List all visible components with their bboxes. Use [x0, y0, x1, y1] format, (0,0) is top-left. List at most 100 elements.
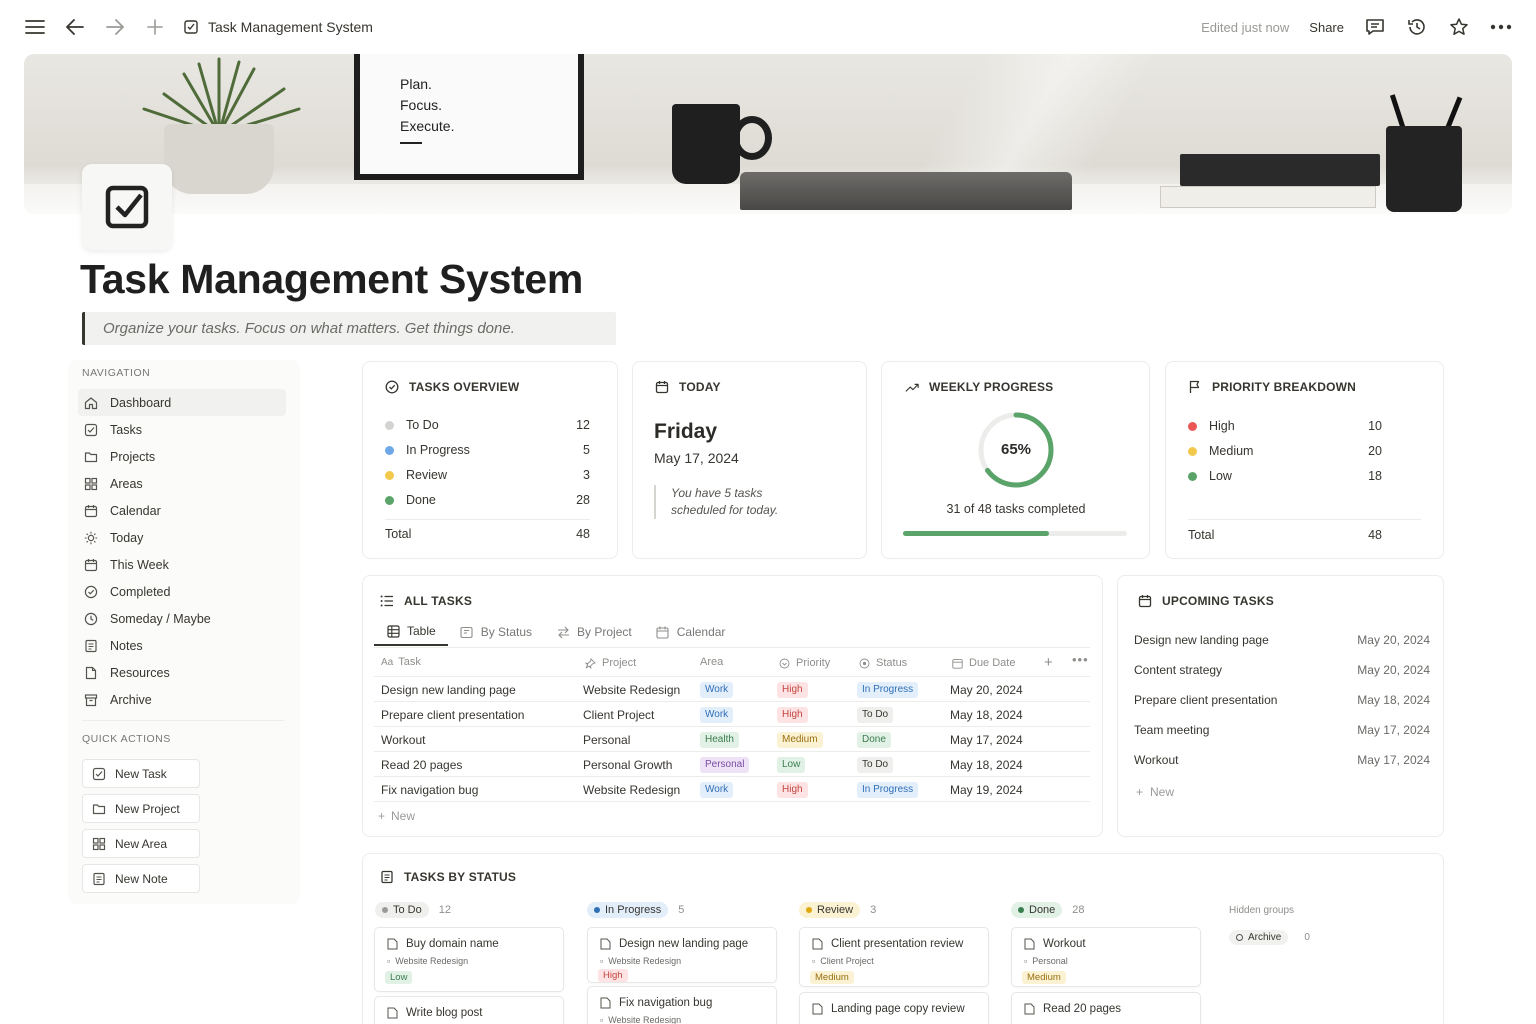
- page-title[interactable]: Task Management System: [80, 256, 583, 303]
- breadcrumb[interactable]: Task Management System: [184, 19, 373, 35]
- kanban-card[interactable]: Write blog post: [374, 996, 564, 1024]
- kanban-card[interactable]: Workout ▫ Personal Medium: [1011, 927, 1201, 987]
- sidebar-item-label: Archive: [110, 692, 152, 707]
- page-subtitle[interactable]: Organize your tasks. Focus on what matte…: [82, 312, 616, 345]
- kanban-card[interactable]: Read 20 pages: [1011, 992, 1201, 1024]
- add-column-icon[interactable]: +: [1044, 654, 1053, 671]
- more-options-icon[interactable]: •••: [1072, 652, 1089, 667]
- upcoming-item[interactable]: Workout May 17, 2024: [1134, 753, 1430, 767]
- card-project-text: Client Project: [820, 956, 874, 966]
- status-dot: [385, 420, 394, 430]
- column-header-area[interactable]: Area: [700, 656, 723, 668]
- card-title-text: Fix navigation bug: [619, 997, 713, 1009]
- status-column-in-progress[interactable]: In Progress 5: [587, 902, 684, 918]
- task-project: Personal Growth: [583, 758, 673, 772]
- kanban-card[interactable]: Design new landing page ▫ Website Redesig…: [587, 927, 777, 983]
- kanban-card-project: ▫ Website Redesign: [600, 1015, 681, 1024]
- star-icon[interactable]: [1448, 16, 1470, 38]
- page-icon: [598, 996, 612, 1010]
- sidebar-item-notes[interactable]: Notes: [78, 632, 286, 659]
- status-column-todo[interactable]: To Do 12: [375, 902, 451, 918]
- cover-image[interactable]: Plan. Focus. Execute.: [24, 54, 1512, 214]
- upcoming-date: May 18, 2024: [1357, 693, 1430, 707]
- sidebar-item-resources[interactable]: Resources: [78, 659, 286, 686]
- upcoming-item[interactable]: Content strategy May 20, 2024: [1134, 663, 1430, 677]
- column-header-priority[interactable]: Priority: [777, 656, 830, 670]
- column-header-task[interactable]: Aa Task: [381, 656, 421, 668]
- column-header-due-date[interactable]: Due Date: [950, 656, 1015, 670]
- priority-tag: Low: [385, 971, 413, 984]
- status-badge: Done: [1011, 902, 1063, 918]
- column-header-project[interactable]: Project: [583, 656, 636, 670]
- sidebar-item-today[interactable]: Today: [78, 524, 286, 551]
- new-task-button[interactable]: New Task: [82, 759, 200, 788]
- sidebar-item-dashboard[interactable]: Dashboard: [78, 389, 286, 416]
- all-tasks-header: ALL TASKS: [380, 594, 472, 608]
- kanban-card[interactable]: Landing page copy review: [799, 992, 989, 1024]
- card-title: WEEKLY PROGRESS: [929, 380, 1054, 394]
- divider: [374, 701, 1090, 702]
- tab-table[interactable]: Table: [374, 618, 448, 646]
- sidebar-item-areas[interactable]: Areas: [78, 470, 286, 497]
- check-circle-icon: [385, 380, 399, 394]
- divider: [374, 751, 1090, 752]
- row-label: High: [1209, 419, 1235, 433]
- task-name: Fix navigation bug: [381, 783, 479, 797]
- status-column-review[interactable]: Review 3: [799, 902, 876, 918]
- upcoming-item[interactable]: Prepare client presentation May 18, 2024: [1134, 693, 1430, 707]
- history-icon[interactable]: [1406, 16, 1428, 38]
- forward-arrow-icon[interactable]: [104, 16, 126, 38]
- comment-icon[interactable]: [1364, 16, 1386, 38]
- share-button[interactable]: Share: [1309, 20, 1344, 35]
- kanban-card[interactable]: Client presentation review ▫ Client Proje…: [799, 927, 989, 987]
- row-value: 28: [576, 493, 590, 507]
- status-badge: In Progress: [587, 902, 669, 918]
- poster-frame: Plan. Focus. Execute.: [354, 54, 584, 180]
- add-row-button[interactable]: + New: [378, 809, 415, 823]
- list-icon: [380, 594, 394, 608]
- row-label: Review: [406, 468, 447, 482]
- checkbox-icon: [84, 423, 98, 437]
- breadcrumb-title: Task Management System: [208, 19, 373, 35]
- column-header-status[interactable]: Status: [857, 656, 907, 670]
- due-date: May 19, 2024: [950, 783, 1023, 797]
- sidebar-item-this-week[interactable]: This Week: [78, 551, 286, 578]
- sidebar-item-someday[interactable]: Someday / Maybe: [78, 605, 286, 632]
- priority-tag: Medium: [810, 971, 854, 984]
- page-icon[interactable]: [82, 164, 172, 250]
- status-dot: [385, 495, 394, 505]
- status-dot: [806, 907, 812, 913]
- button-label: New Note: [115, 871, 168, 886]
- upcoming-item[interactable]: Team meeting May 17, 2024: [1134, 723, 1430, 737]
- sidebar-item-completed[interactable]: Completed: [78, 578, 286, 605]
- row-value: 3: [583, 468, 590, 482]
- sidebar-item-tasks[interactable]: Tasks: [78, 416, 286, 443]
- sidebar-item-projects[interactable]: Projects: [78, 443, 286, 470]
- total-value: 48: [1368, 528, 1382, 542]
- archive-group[interactable]: Archive 0: [1229, 930, 1310, 945]
- kanban-card[interactable]: Fix navigation bug ▫ Website Redesign: [587, 986, 777, 1024]
- row-label: In Progress: [406, 443, 470, 457]
- tasks-by-status-header: TASKS BY STATUS: [380, 870, 516, 884]
- card-title-text: Buy domain name: [406, 938, 499, 950]
- sidebar-item-archive[interactable]: Archive: [78, 686, 286, 713]
- back-arrow-icon[interactable]: [64, 16, 86, 38]
- kanban-card-title: Read 20 pages: [1022, 1002, 1121, 1016]
- new-area-button[interactable]: New Area: [82, 829, 200, 858]
- card-project-text: Website Redesign: [608, 956, 682, 966]
- menu-icon[interactable]: [24, 16, 46, 38]
- task-project: Website Redesign: [583, 683, 681, 697]
- new-note-button[interactable]: New Note: [82, 864, 200, 893]
- more-options-icon[interactable]: [1490, 16, 1512, 38]
- status-column-done[interactable]: Done 28: [1011, 902, 1085, 918]
- tab-calendar[interactable]: Calendar: [644, 618, 738, 646]
- tab-by-status[interactable]: By Status: [448, 618, 544, 646]
- kanban-card[interactable]: Buy domain name ▫ Website Redesign Low: [374, 927, 564, 992]
- row-value: 10: [1368, 419, 1382, 433]
- upcoming-item[interactable]: Design new landing page May 20, 2024: [1134, 633, 1430, 647]
- add-upcoming-button[interactable]: + New: [1136, 785, 1174, 799]
- tab-by-project[interactable]: By Project: [544, 618, 644, 646]
- sidebar-item-calendar[interactable]: Calendar: [78, 497, 286, 524]
- new-project-button[interactable]: New Project: [82, 794, 200, 823]
- plus-icon[interactable]: [144, 16, 166, 38]
